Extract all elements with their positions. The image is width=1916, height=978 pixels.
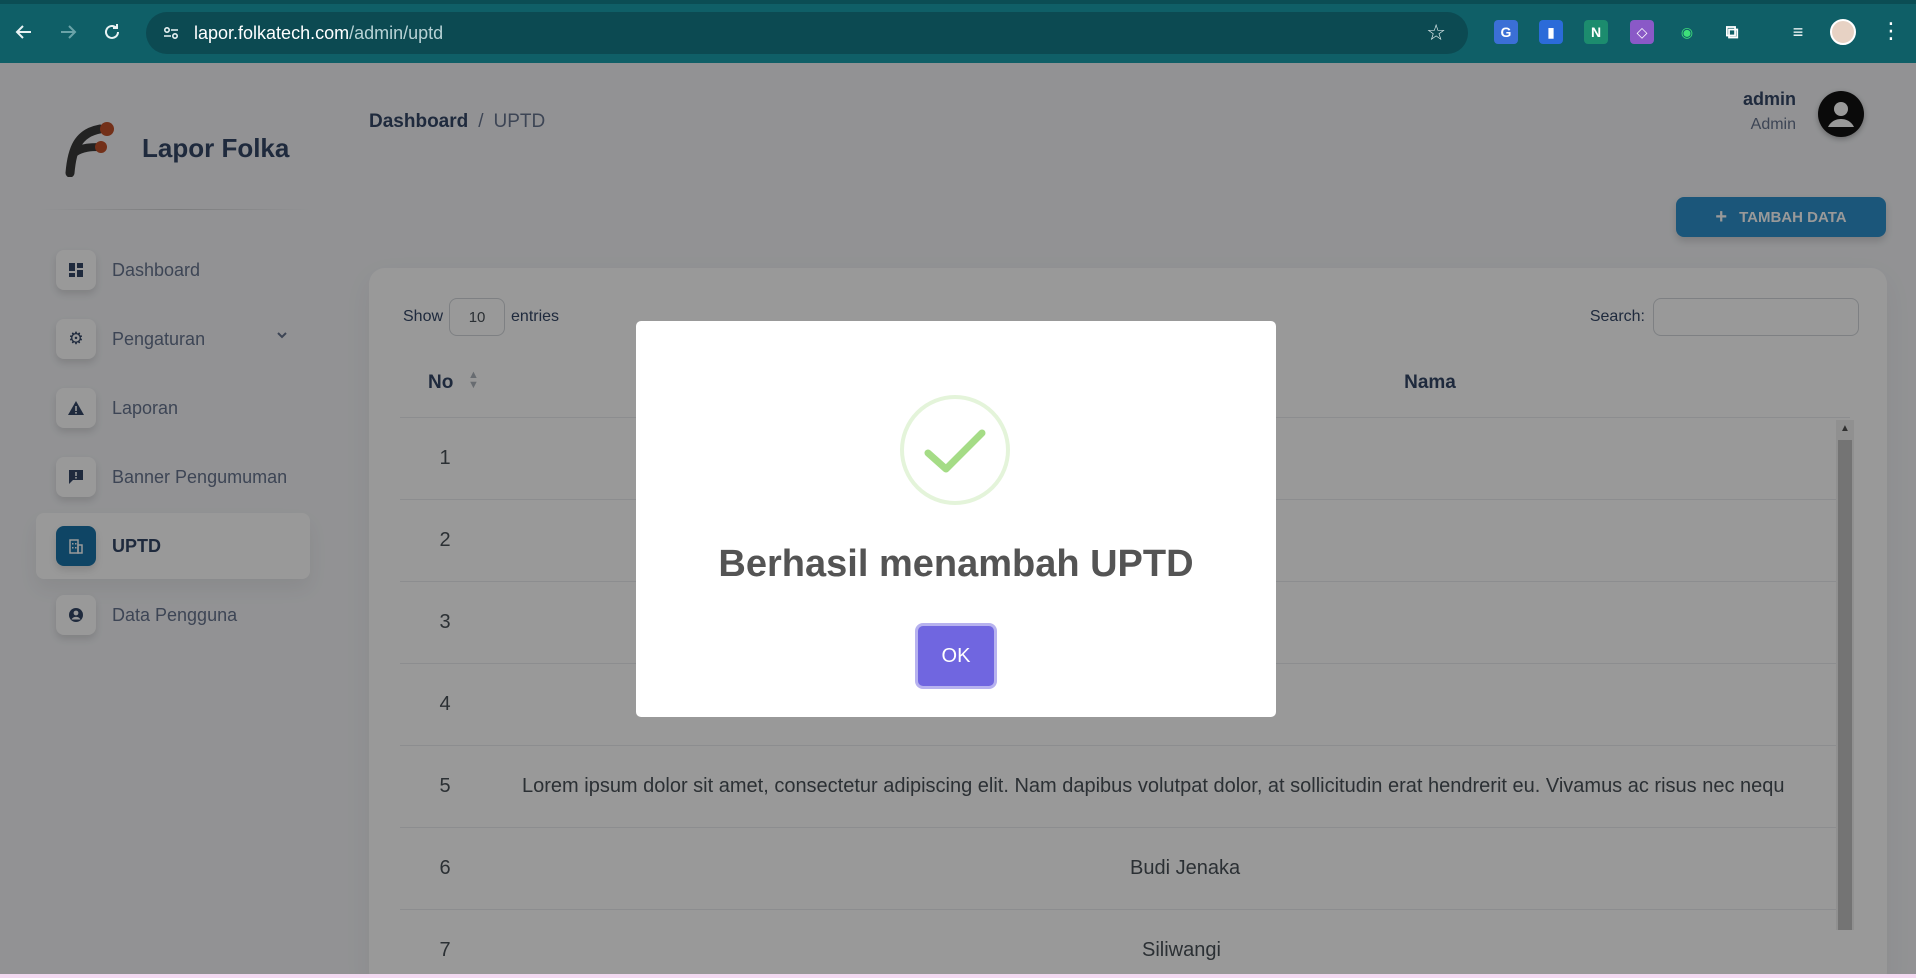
address-bar[interactable]: lapor.folkatech.com/admin/uptd ☆	[146, 12, 1468, 54]
tab-strip	[0, 0, 1916, 4]
bookmark-star-icon[interactable]: ☆	[1426, 20, 1446, 46]
arrow-right-icon	[61, 24, 77, 39]
ok-button[interactable]: OK	[918, 626, 994, 686]
bottom-edge	[0, 974, 1916, 978]
translate-extension-icon[interactable]: G	[1494, 20, 1518, 44]
reload-icon	[105, 23, 119, 39]
site-settings-icon[interactable]	[160, 22, 182, 44]
success-dialog: Berhasil menambah UPTD OK	[636, 321, 1276, 717]
cube-extension-icon[interactable]: ◇	[1630, 20, 1654, 44]
browser-toolbar: lapor.folkatech.com/admin/uptd ☆ G ▮ N ◇…	[0, 0, 1916, 63]
profile-avatar[interactable]	[1830, 19, 1856, 45]
forward-button[interactable]	[46, 10, 90, 54]
media-control-icon[interactable]: ≡	[1786, 20, 1810, 44]
arrow-left-icon	[15, 24, 31, 39]
success-check-icon	[900, 395, 1010, 505]
reload-button[interactable]	[90, 10, 134, 54]
back-button[interactable]	[2, 10, 46, 54]
dialog-title: Berhasil menambah UPTD	[718, 543, 1194, 585]
url-host: lapor.folkatech.com	[194, 22, 350, 43]
n-extension-icon[interactable]: N	[1584, 20, 1608, 44]
browser-menu-icon[interactable]: ⋮	[1880, 18, 1902, 44]
puzzle-extensions-icon[interactable]: ⧉	[1720, 20, 1744, 44]
docs-extension-icon[interactable]: ▮	[1539, 20, 1563, 44]
url-path: /admin/uptd	[349, 22, 444, 43]
url-text: lapor.folkatech.com/admin/uptd	[194, 23, 443, 44]
eye-extension-icon[interactable]: ◉	[1675, 20, 1699, 44]
